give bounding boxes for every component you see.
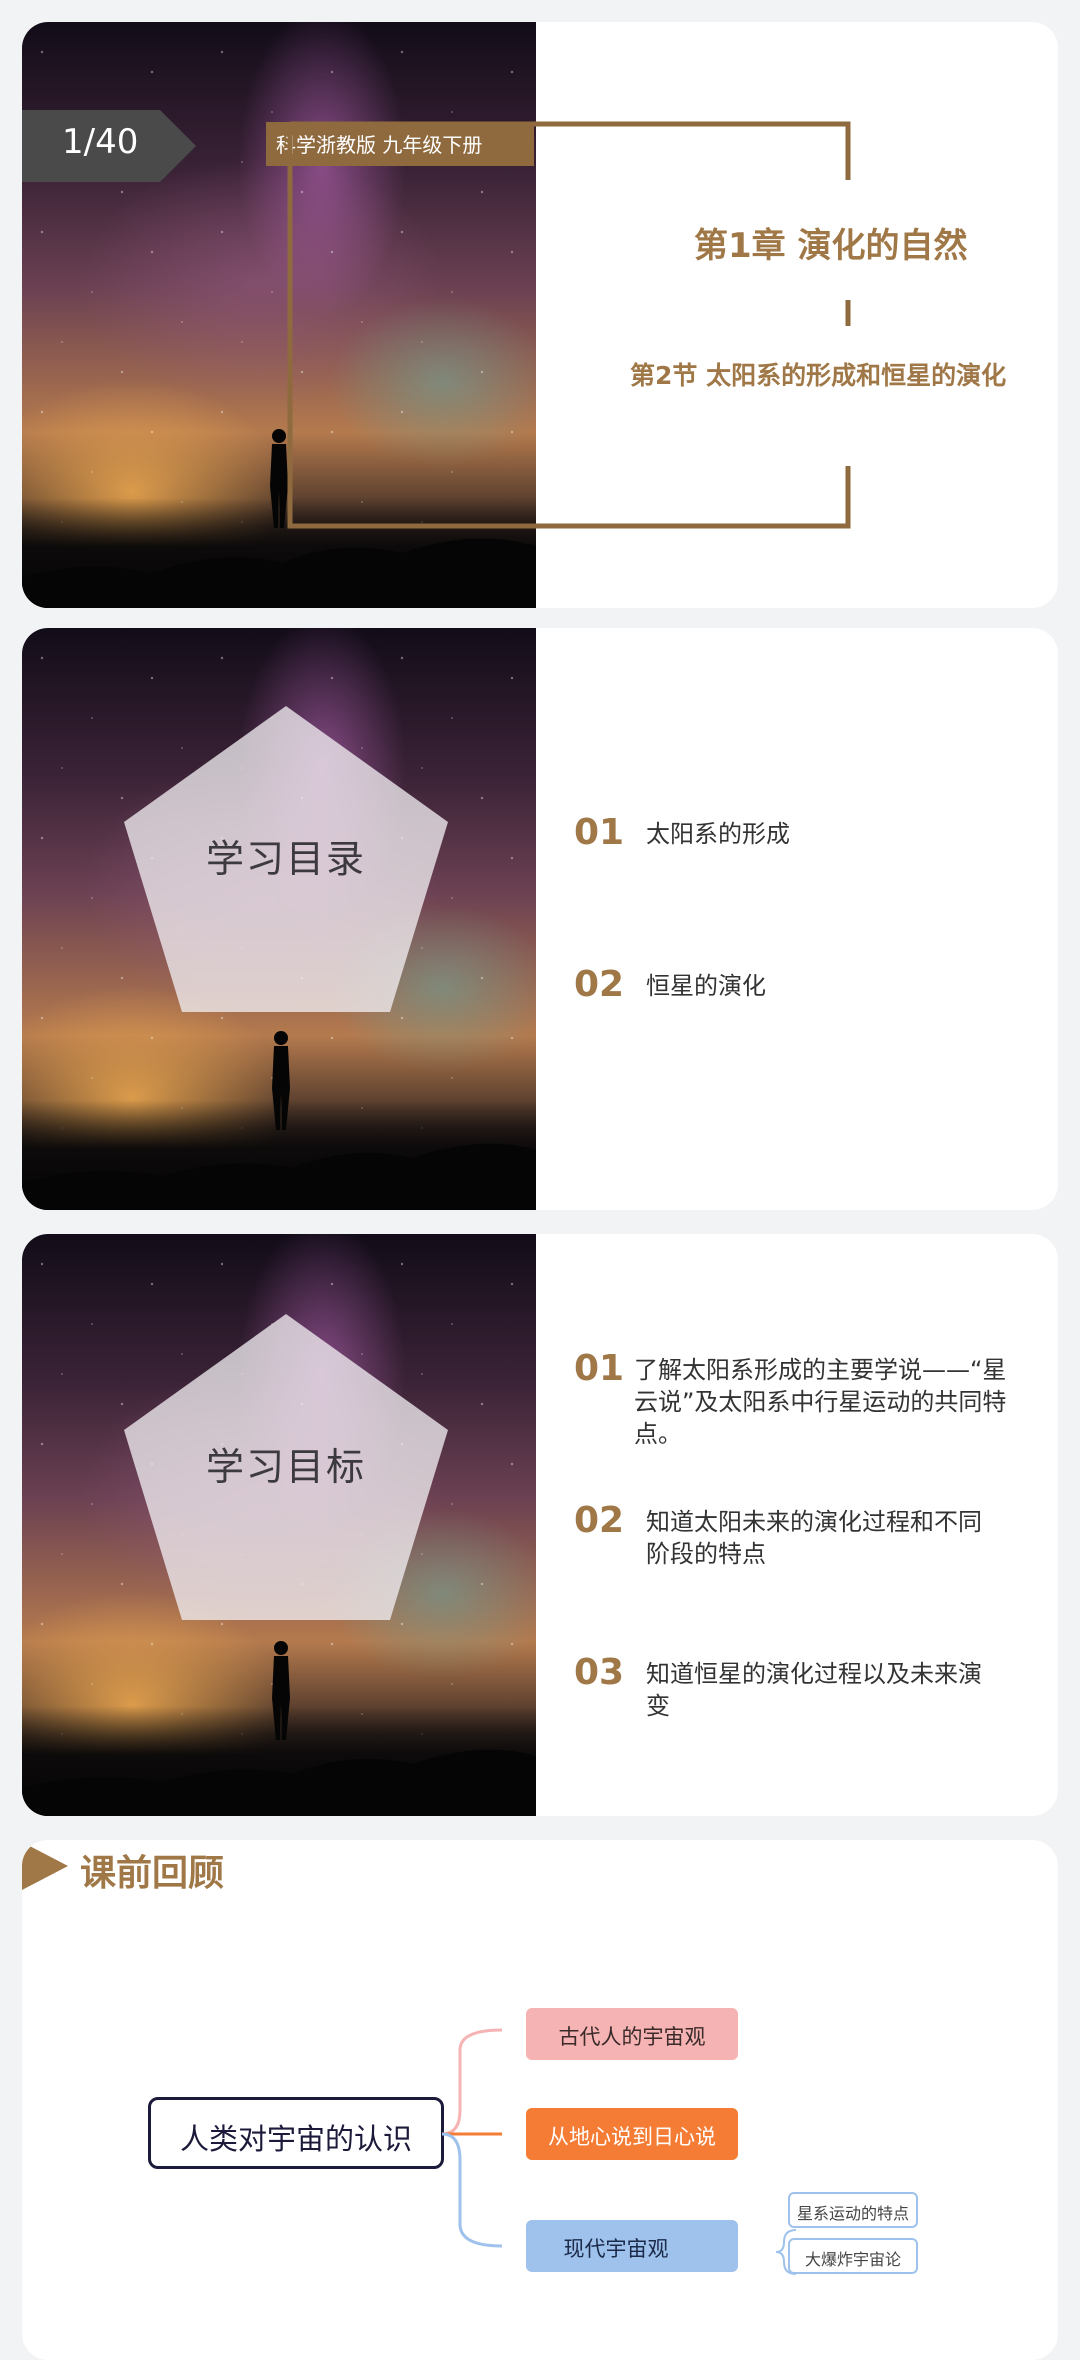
item-number: 02	[574, 964, 625, 1005]
mindmap-branch-label: 现代宇宙观	[563, 2237, 669, 2261]
contents-item[interactable]: 太阳系的形成	[646, 818, 790, 850]
title-bracket-frame	[287, 121, 851, 529]
item-number: 01	[574, 812, 625, 853]
page-counter: 1/40	[62, 122, 139, 162]
slide-2-contents[interactable]: 学习目录 01 太阳系的形成 02 恒星的演化	[22, 628, 1058, 1210]
contents-item[interactable]: 恒星的演化	[646, 970, 766, 1002]
night-sky-image: 学习目录	[22, 628, 536, 1210]
mindmap-leaf-label: 大爆炸宇宙论	[804, 2250, 901, 2269]
slide-4-review[interactable]: 课前回顾 人类对宇宙的认识 古代人的宇宙观 从地心说到日心说 现代宇宙观 星系运…	[22, 1840, 1058, 2360]
slide-3-objectives[interactable]: 学习目标 01 了解太阳系形成的主要学说——“星云说”及太阳系中行星运动的共同特…	[22, 1234, 1058, 1816]
objective-item[interactable]: 了解太阳系形成的主要学说——“星云说”及太阳系中行星运动的共同特点。	[634, 1354, 1014, 1450]
play-triangle-icon	[22, 1842, 68, 1890]
pentagon-overlay: 学习目标	[120, 1310, 452, 1624]
night-sky-image: 学习目标	[22, 1234, 536, 1816]
slide-1-title[interactable]: 1/40 科学浙教版 九年级下册 第1章 演化的自然 第2节 太阳系的形成和恒星…	[22, 22, 1058, 608]
mindmap-leaf-label: 星系运动的特点	[796, 2204, 909, 2223]
item-number: 01	[574, 1348, 625, 1389]
review-heading: 课前回顾	[80, 1853, 225, 1894]
mindmap-root-label: 人类对宇宙的认识	[179, 2122, 412, 2156]
person-silhouette	[272, 1031, 290, 1130]
section-heading: 学习目标	[205, 1445, 366, 1489]
objective-item[interactable]: 知道恒星的演化过程以及未来演变	[646, 1658, 996, 1722]
item-number: 03	[574, 1652, 625, 1693]
chapter-title: 第1章 演化的自然	[694, 226, 968, 266]
mindmap-branch-label: 古代人的宇宙观	[558, 2025, 706, 2049]
person-silhouette	[272, 1641, 290, 1740]
item-number: 02	[574, 1500, 625, 1541]
pentagon-overlay: 学习目录	[120, 702, 452, 1016]
objective-item[interactable]: 知道太阳未来的演化过程和不同阶段的特点	[646, 1506, 996, 1570]
section-heading: 学习目录	[205, 837, 366, 881]
section-title: 第2节 太阳系的形成和恒星的演化	[630, 361, 1007, 390]
mindmap-branch-label: 从地心说到日心说	[548, 2125, 716, 2149]
